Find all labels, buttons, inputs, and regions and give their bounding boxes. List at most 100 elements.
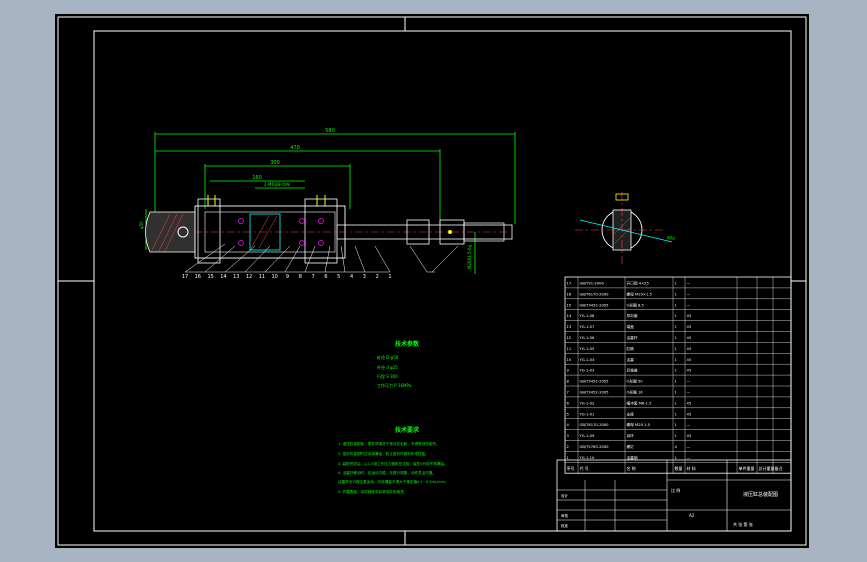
- bom-cell: 1: [675, 282, 677, 286]
- bom-cell: 1: [675, 412, 677, 416]
- bom-cell: 螺母 M20 1.5: [627, 422, 651, 427]
- balloon-number: 10: [272, 274, 278, 280]
- bom-header-cell: 备注: [775, 465, 783, 471]
- balloon-number: 16: [195, 274, 201, 280]
- balloon-number: 5: [337, 274, 340, 280]
- title-checker: 审核: [561, 513, 569, 518]
- bom-cell: 螺钉: [627, 444, 635, 449]
- bom-cell: 45: [687, 401, 692, 405]
- tech-line: 3. 装配完成后，以1.5倍工作压力做耐压试验，保压5分钟不得漏油。: [338, 461, 448, 466]
- bom-cell: —: [687, 292, 691, 296]
- bom-cell: YG-1-10: [580, 456, 595, 460]
- bom-cell: 螺母 M20×1.5: [627, 291, 653, 296]
- dim-piston: 160: [252, 175, 262, 181]
- bom-cell: YG-1-05: [580, 347, 595, 351]
- bom-cell: 5: [567, 412, 570, 416]
- tech-line: 2. 密封件装配时应涂润滑油，防止密封件被刮伤或扭曲。: [338, 451, 429, 456]
- bom-cell: YG-1-07: [580, 325, 595, 329]
- bom-cell: —: [687, 456, 691, 460]
- bom-cell: 活塞杆: [627, 335, 638, 340]
- bom-cell: 1: [675, 292, 677, 296]
- section-dim-a: φ26: [667, 234, 676, 241]
- bom-cell: 1: [675, 314, 677, 318]
- params-title: 技术参数: [395, 340, 420, 348]
- bom-cell: 45: [687, 325, 692, 329]
- balloon-number: 4: [350, 274, 353, 280]
- bom-cell: —: [687, 445, 691, 449]
- title-scale: 比 例: [671, 487, 680, 493]
- bom-cell: 1: [675, 380, 677, 384]
- balloon-number: 15: [207, 274, 213, 280]
- section-view: φ26: [575, 192, 676, 264]
- tech-line: 4. 活塞杆移动时，应运动平稳，无爬行现象，动作灵活可靠。: [338, 470, 436, 475]
- dim-overall: 580: [325, 128, 335, 134]
- bom-cell: YG-1-02: [580, 401, 595, 405]
- bom-cell: 耳环: [627, 433, 635, 438]
- bom-cell: O形圈 8.5: [627, 302, 645, 307]
- bom-cell: GB/T5783-2000: [580, 445, 610, 449]
- bom-header-cell: 总计重量: [759, 465, 775, 471]
- bom-cell: 开口销 4×25: [627, 281, 650, 286]
- bom-cell: 10: [567, 358, 572, 362]
- bom-cell: GB/T3452-2005: [580, 380, 610, 384]
- tech-line: 活塞杆全行程往复运动，内泄漏量不得大于规定值0.1~0.2mL/min。: [338, 479, 449, 484]
- params-line: 杆径 d φ25: [377, 364, 398, 370]
- bom-cell: 17: [567, 282, 572, 286]
- bom-cell: 13: [567, 325, 572, 329]
- balloon-number: 11: [259, 274, 265, 280]
- bom-cell: 2: [567, 445, 569, 449]
- bom-cell: GB/T3452-2005: [580, 303, 610, 307]
- balloon-number: 14: [220, 274, 226, 280]
- bom-cell: 1: [567, 456, 569, 460]
- dim-small: 2-M6深8-均布: [264, 181, 290, 187]
- tech-requirements: 技术要求 1. 液压缸装配前，零件须清洗干净并去毛刺，不得有划伤碰伤。 2. 密…: [338, 426, 449, 494]
- bom-cell: 1: [675, 303, 677, 307]
- bom-cell: 后端盖: [627, 368, 638, 373]
- title-sheet: 共 张 第 张: [733, 521, 753, 527]
- balloon-number: 9: [286, 274, 289, 280]
- bom-cell: YG-1-04: [580, 358, 595, 362]
- bom-cell: —: [687, 282, 691, 286]
- bom-cell: GB/T91-2000: [580, 282, 605, 286]
- bom-cell: —: [687, 303, 691, 307]
- bom-cell: 支座: [627, 411, 635, 416]
- title-code: A2: [689, 513, 695, 518]
- bom-cell: 11: [567, 347, 572, 351]
- bom-cell: 9: [567, 369, 570, 373]
- balloon-number: 12: [246, 274, 252, 280]
- bom-table: 17 GB/T91-2000 开口销 4×25 1 —16 GB/T6170-2000 螺母…: [564, 276, 792, 474]
- bom-cell: 4: [567, 423, 570, 427]
- balloon-number: 3: [363, 274, 366, 280]
- bom-cell: 活塞: [627, 357, 635, 362]
- bom-cell: 1: [675, 401, 677, 405]
- bom-header-cell: 材 料: [687, 465, 696, 471]
- bom-cell: 45: [687, 347, 692, 351]
- bom-cell: —: [687, 391, 691, 395]
- bom-cell: 端盖: [627, 324, 635, 329]
- bom-cell: 12: [567, 336, 572, 340]
- bom-cell: 1: [675, 369, 677, 373]
- dim-bore: φ50: [139, 221, 144, 229]
- bom-cell: YG-1-06: [580, 336, 595, 340]
- bom-cell: YG-1-01: [580, 412, 595, 416]
- bom-cell: 45: [687, 314, 692, 318]
- bom-cell: 3: [567, 434, 570, 438]
- tech-params: 技术参数 缸径 D φ50 杆径 d φ25 行程 S 300 工作压力 P 1…: [377, 340, 420, 388]
- drawing-viewport: 580 470 300 160 2-M6深8-均布 φ50 M20X1.5-6g: [55, 14, 809, 548]
- dim-rod-end: M20X1.5-6g: [467, 244, 472, 269]
- balloon-number: 8: [299, 274, 302, 280]
- bom-cell: 8: [567, 380, 570, 384]
- bom-cell: 45: [687, 358, 692, 362]
- bom-cell: 导向套: [627, 313, 638, 318]
- bom-cell: 45: [687, 434, 692, 438]
- bom-cell: 1: [675, 325, 677, 329]
- params-line: 缸径 D φ50: [377, 354, 399, 360]
- bom-cell: —: [687, 380, 691, 384]
- bom-cell: O形圈 16: [627, 390, 644, 395]
- bom-cell: 15: [567, 303, 572, 307]
- title-approver: 批准: [561, 523, 569, 528]
- bom-cell: 缓冲套 M6-1.5: [627, 400, 653, 405]
- bom-cell: 6: [567, 401, 570, 405]
- bom-cell: 1: [675, 347, 677, 351]
- bom-header-cell: 数量: [675, 465, 683, 471]
